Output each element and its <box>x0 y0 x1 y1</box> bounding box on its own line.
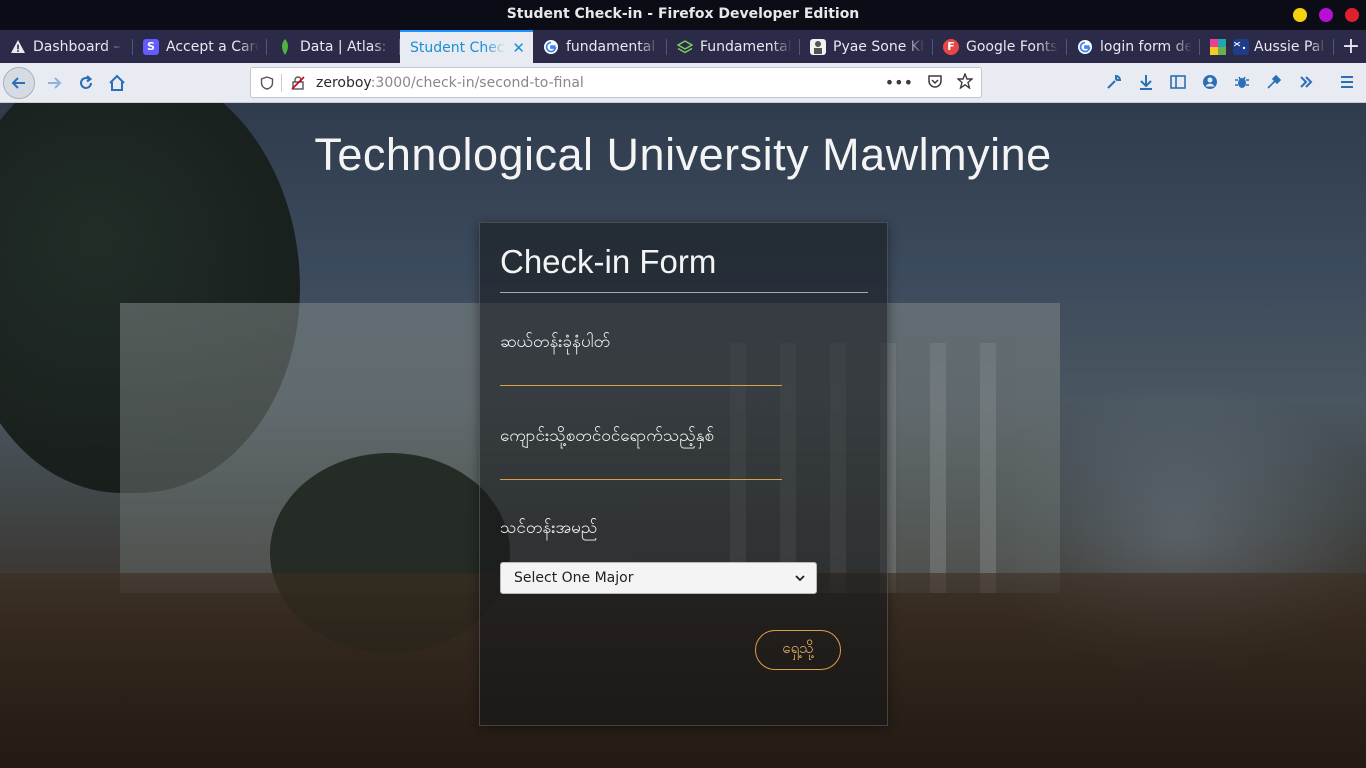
major-select[interactable]: Select One Major <box>500 562 817 594</box>
google-fonts-icon: F <box>943 38 959 55</box>
insecure-lock-icon[interactable] <box>290 75 306 91</box>
tab-label: Student Check <box>410 39 507 56</box>
tab-label: Data | Atlas: M <box>300 38 392 55</box>
page-content: Technological University Mawlmyine Check… <box>0 103 1366 768</box>
tab-login-form[interactable]: login form de <box>1067 30 1200 63</box>
palette-icon <box>1210 38 1226 55</box>
stripe-icon: S <box>143 38 159 55</box>
close-tab-icon[interactable]: ✕ <box>512 39 525 57</box>
account-icon[interactable] <box>1199 71 1221 93</box>
forward-button[interactable] <box>38 67 70 99</box>
separator <box>281 73 282 92</box>
overflow-chevron-icon[interactable] <box>1295 71 1317 93</box>
eyedropper-icon[interactable] <box>1263 71 1285 93</box>
download-icon[interactable] <box>1135 71 1157 93</box>
tab-accept-a-card[interactable]: S Accept a Card <box>133 30 267 63</box>
tab-atlas-data[interactable]: Data | Atlas: M <box>267 30 400 63</box>
url-host: zeroboy <box>316 74 371 91</box>
tab-student-check-in[interactable]: Student Check ✕ <box>400 30 533 63</box>
wrench-icon[interactable] <box>1103 71 1125 93</box>
tab-label: Fundamental <box>700 38 792 55</box>
chevron-down-icon <box>795 575 805 582</box>
forward-arrow-icon <box>48 77 62 89</box>
google-icon <box>1077 39 1093 55</box>
back-button[interactable] <box>3 67 35 99</box>
tab-pyae-sone[interactable]: Pyae Sone Kh <box>800 30 933 63</box>
exam-number-input[interactable] <box>500 385 782 386</box>
window-titlebar: Student Check-in - Firefox Developer Edi… <box>0 0 1366 30</box>
page-actions-icon[interactable]: ••• <box>885 73 913 92</box>
back-arrow-icon <box>11 77 25 89</box>
url-path: :3000/check-in/second-to-final <box>370 74 584 91</box>
reload-button[interactable] <box>70 67 102 99</box>
window-title: Student Check-in - Firefox Developer Edi… <box>506 6 860 22</box>
pocket-icon[interactable] <box>927 73 943 93</box>
exam-number-label: ဆယ်တန်းခုံနံပါတ် <box>500 332 611 352</box>
tab-fundamental-search[interactable]: fundamental c <box>533 30 667 63</box>
tab-strip: Dashboard – I S Accept a Card Data | Atl… <box>0 30 1366 63</box>
tab-label: Pyae Sone Kh <box>833 38 925 55</box>
url-actions: ••• <box>885 68 974 97</box>
warning-icon <box>10 39 26 55</box>
tab-aussie-palette[interactable]: Aussie Pale <box>1200 30 1334 63</box>
layers-icon <box>677 39 693 55</box>
mongodb-leaf-icon <box>277 38 293 55</box>
minimize-button[interactable] <box>1293 8 1307 22</box>
tab-label: Dashboard – I <box>33 38 125 55</box>
form-divider <box>500 292 868 293</box>
shield-icon[interactable] <box>259 75 275 91</box>
bookmark-star-icon[interactable] <box>956 71 974 93</box>
tab-label: Aussie Pale <box>1254 38 1326 55</box>
bug-icon[interactable] <box>1231 71 1253 93</box>
form-title: Check-in Form <box>500 243 717 280</box>
tab-google-fonts[interactable]: F Google Fonts <box>933 30 1067 63</box>
menu-icon[interactable] <box>1336 71 1358 93</box>
enrollment-year-label: ကျောင်းသို့စတင်ဝင်ရောက်သည့်နှစ် <box>500 426 715 446</box>
flag-icon <box>1233 38 1249 55</box>
home-button[interactable] <box>101 67 133 99</box>
next-button[interactable]: ရှေ့သို့ <box>755 630 841 670</box>
enrollment-year-input[interactable] <box>500 479 782 480</box>
reload-icon <box>80 75 93 89</box>
tab-label: login form de <box>1100 38 1192 55</box>
url-text[interactable]: zeroboy:3000/check-in/second-to-final <box>316 75 584 91</box>
google-icon <box>543 39 559 55</box>
check-in-form: Check-in Form ဆယ်တန်းခုံနံပါတ် ကျောင်းသိ… <box>479 222 888 726</box>
tab-label: fundamental c <box>566 38 659 55</box>
maximize-button[interactable] <box>1319 8 1333 22</box>
home-icon <box>109 74 125 91</box>
tab-label: Accept a Card <box>166 38 259 55</box>
major-label: သင်တန်းအမည် <box>500 518 598 538</box>
address-bar[interactable]: zeroboy:3000/check-in/second-to-final ••… <box>250 67 982 98</box>
major-select-value: Select One Major <box>514 570 634 586</box>
tab-label: Google Fonts <box>966 38 1058 55</box>
university-heading: Technological University Mawlmyine <box>314 129 1052 180</box>
profile-icon <box>810 38 826 55</box>
new-tab-button[interactable]: + <box>1336 30 1366 63</box>
tab-fundamental[interactable]: Fundamental <box>667 30 800 63</box>
close-window-button[interactable] <box>1345 8 1359 22</box>
sidebar-icon[interactable] <box>1167 71 1189 93</box>
navigation-toolbar: zeroboy:3000/check-in/second-to-final ••… <box>0 63 1366 103</box>
tab-dashboard[interactable]: Dashboard – I <box>0 30 133 63</box>
